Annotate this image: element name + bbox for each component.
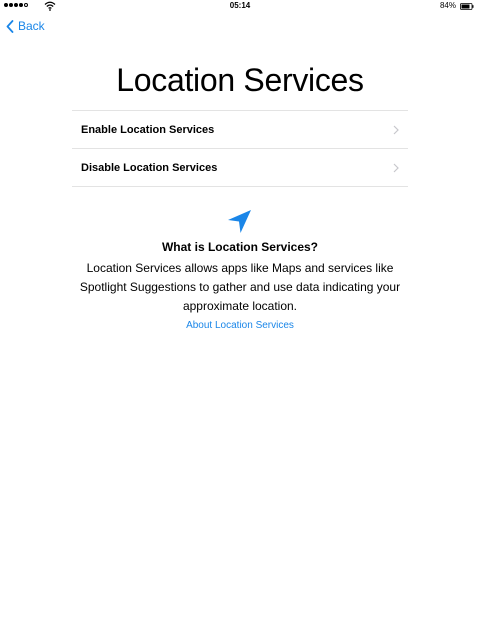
chevron-left-icon	[6, 19, 14, 33]
chevron-right-icon	[393, 125, 399, 134]
back-label: Back	[18, 19, 45, 33]
battery-icon	[460, 3, 474, 10]
back-button[interactable]: Back	[6, 16, 45, 36]
battery-percent: 84%	[439, 1, 456, 10]
about-location-services-link[interactable]: About Location Services	[0, 320, 480, 331]
disable-location-services-option[interactable]: Disable Location Services	[72, 149, 408, 187]
location-arrow-icon	[228, 210, 251, 233]
status-time: 05:14	[229, 1, 251, 10]
option-label: Disable Location Services	[81, 161, 218, 174]
enable-location-services-option[interactable]: Enable Location Services	[72, 111, 408, 149]
info-body: Location Services allows apps like Maps …	[79, 261, 401, 313]
status-bar: 05:14 84%	[0, 0, 480, 14]
info-title: What is Location Services?	[161, 240, 319, 254]
setup-screen: 05:14 84% Back Location Services Enable …	[0, 0, 480, 640]
option-list: Enable Location Services Disable Locatio…	[72, 110, 408, 187]
page-title: Location Services	[116, 62, 364, 98]
option-label: Enable Location Services	[81, 123, 215, 136]
chevron-right-icon	[393, 163, 399, 172]
